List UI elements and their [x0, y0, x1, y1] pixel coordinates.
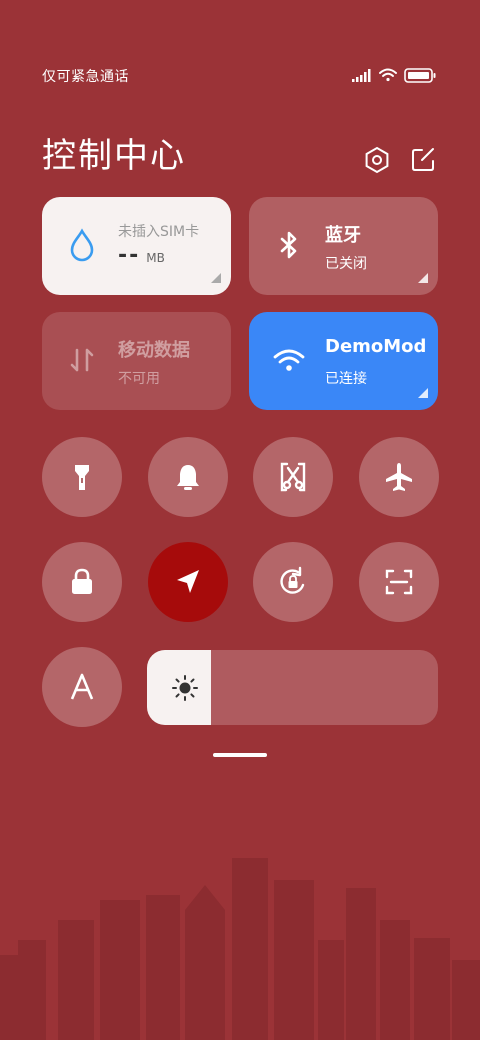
bell-icon: [177, 465, 199, 490]
signal-icon: [352, 69, 371, 82]
screenshot-toggle[interactable]: [253, 437, 333, 517]
wifi-icon: [273, 349, 305, 371]
skyline-background: [0, 858, 480, 1040]
bluetooth-status: 已关闭: [325, 256, 367, 272]
lock-icon: [72, 568, 92, 594]
brightness-slider[interactable]: [147, 650, 438, 725]
expand-corner-icon: [211, 273, 221, 283]
data-usage-label: 未插入SIM卡: [118, 224, 200, 240]
water-drop-icon: [70, 228, 94, 262]
gear-icon: [365, 146, 389, 174]
wifi-status: 已连接: [325, 371, 367, 387]
flashlight-icon: [75, 465, 89, 490]
data-usage-tile[interactable]: 未插入SIM卡 -- MB: [42, 197, 231, 295]
battery-icon: [404, 68, 436, 83]
mobile-data-arrows-icon: [70, 348, 94, 372]
mobile-data-status: 不可用: [118, 371, 160, 387]
ringer-toggle[interactable]: [148, 437, 228, 517]
bluetooth-icon: [280, 231, 297, 259]
page-title: 控制中心: [42, 136, 186, 176]
auto-brightness-toggle[interactable]: [42, 647, 122, 727]
letter-a-icon: [70, 673, 94, 700]
data-usage-value: -- MB: [118, 243, 165, 268]
wifi-network-name: DemoMod: [325, 336, 425, 357]
rotation-lock-icon: [280, 566, 305, 594]
sun-icon: [172, 675, 198, 701]
bluetooth-title: 蓝牙: [325, 225, 361, 246]
rotation-lock-toggle[interactable]: [253, 542, 333, 622]
location-toggle[interactable]: [148, 542, 228, 622]
airplane-mode-toggle[interactable]: [359, 437, 439, 517]
wifi-status-icon: [379, 68, 397, 82]
settings-button[interactable]: [362, 145, 392, 175]
expand-corner-icon: [418, 388, 428, 398]
status-icons: [352, 68, 436, 83]
status-text: 仅可紧急通话: [42, 69, 129, 85]
scanner-toggle[interactable]: [359, 542, 439, 622]
location-arrow-icon: [177, 570, 199, 593]
expand-corner-icon: [418, 273, 428, 283]
scissors-icon: [280, 462, 306, 492]
bluetooth-tile[interactable]: 蓝牙 已关闭: [249, 197, 438, 295]
mobile-data-title: 移动数据: [118, 340, 190, 361]
wifi-tile[interactable]: DemoMod 已连接: [249, 312, 438, 410]
scan-icon: [385, 569, 413, 595]
airplane-icon: [386, 463, 412, 491]
edit-icon: [412, 148, 434, 171]
flashlight-toggle[interactable]: [42, 437, 122, 517]
edit-button[interactable]: [408, 145, 438, 175]
lock-screen-toggle[interactable]: [42, 542, 122, 622]
mobile-data-tile[interactable]: 移动数据 不可用: [42, 312, 231, 410]
home-indicator[interactable]: [213, 753, 267, 757]
